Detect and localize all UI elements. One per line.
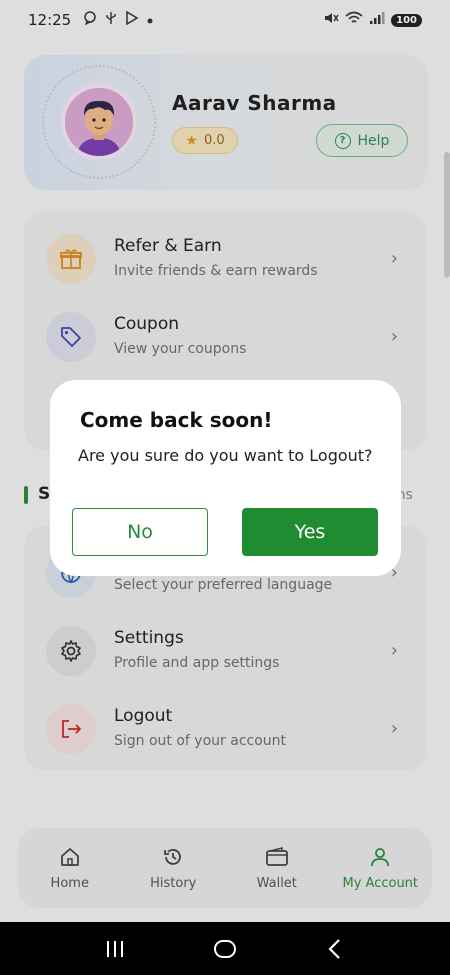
dialog-message: Are you sure do you want to Logout?: [78, 446, 373, 465]
yes-button[interactable]: Yes: [242, 508, 378, 556]
dialog-title: Come back soon!: [80, 408, 273, 432]
logout-dialog: Come back soon! Are you sure do you want…: [50, 380, 401, 576]
no-button[interactable]: No: [72, 508, 208, 556]
system-nav-bar: [0, 922, 450, 975]
recent-apps-icon[interactable]: [95, 929, 135, 969]
back-icon[interactable]: [315, 929, 355, 969]
home-button-icon[interactable]: [205, 929, 245, 969]
